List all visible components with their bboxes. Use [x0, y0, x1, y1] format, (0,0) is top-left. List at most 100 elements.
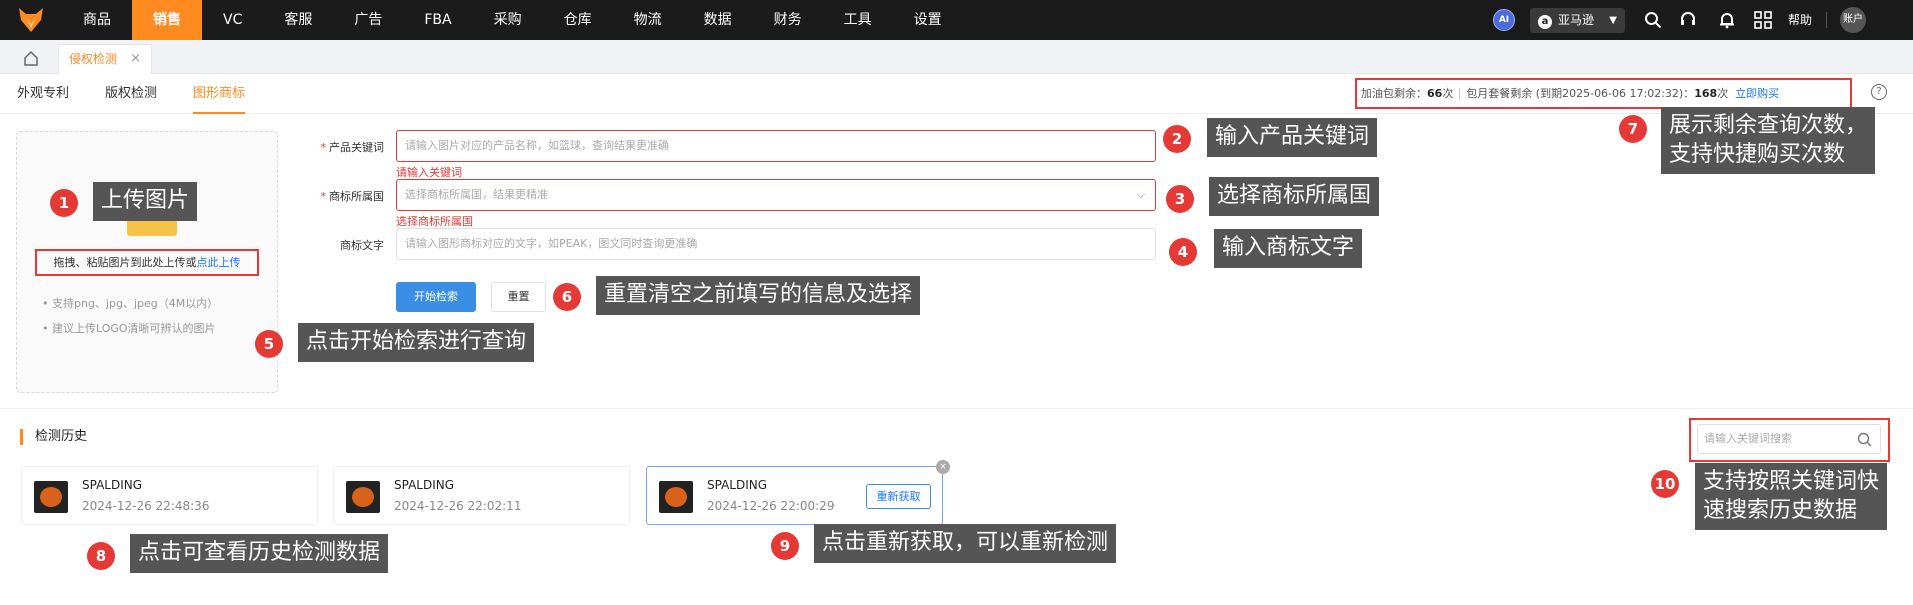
- search-icon[interactable]: [1644, 11, 1662, 29]
- nav-item-data[interactable]: 数据: [683, 0, 753, 40]
- subtab-graphic-trademark[interactable]: 图形商标: [193, 74, 246, 114]
- annotation-number: 2: [1163, 125, 1191, 153]
- trademark-text-label: 商标文字: [340, 239, 384, 252]
- upload-prompt: 拖拽、粘贴图片到此处上传或点此上传: [35, 249, 259, 276]
- annotation-number: 8: [87, 542, 115, 570]
- tab-label: 侵权检测: [69, 52, 118, 66]
- page-tab-strip: 侵权检测 ×: [0, 40, 1913, 74]
- trademark-country-select[interactable]: 选择商标所属国，结果更精准 ⌵: [396, 179, 1156, 211]
- app-root: 商品 销售 VC 客服 广告 FBA 采购 仓库 物流 数据 财务 工具 设置 …: [0, 0, 1913, 605]
- trademark-text-input[interactable]: 请输入图形商标对应的文字，如PEAK，图文同时查询更准确: [396, 228, 1156, 260]
- upload-tip-format: • 支持png、jpg、jpeg（4M以内）: [42, 297, 219, 310]
- annotation-number: 4: [1169, 238, 1197, 266]
- bell-icon[interactable]: [1718, 11, 1736, 29]
- nav-item-settings[interactable]: 设置: [893, 0, 963, 40]
- fuel-unit: 次: [1442, 87, 1454, 100]
- upload-prompt-text: 拖拽、粘贴图片到此处上传或: [53, 256, 197, 269]
- annotation-number: 9: [771, 532, 799, 560]
- buy-now-link[interactable]: 立即购买: [1735, 87, 1779, 100]
- quota-separator: [1459, 88, 1461, 100]
- nav-item-purchasing[interactable]: 采购: [473, 0, 543, 40]
- annotation-quota-line1: 展示剩余查询次数，: [1669, 113, 1868, 138]
- history-card[interactable]: SPALDING 2024-12-26 22:48:36: [21, 466, 318, 525]
- nav-item-tools[interactable]: 工具: [823, 0, 893, 40]
- quota-info: 加油包剩余：66次 包月套餐剩余 (到期2025-06-06 17:02:32)：…: [1355, 78, 1852, 109]
- subtab-copyright[interactable]: 版权检测: [105, 74, 157, 114]
- headset-icon[interactable]: [1679, 11, 1697, 29]
- store-selector[interactable]: a 亚马逊 ▼: [1530, 8, 1625, 33]
- history-name: SPALDING: [82, 478, 143, 492]
- keyword-label: * 产品关键词: [320, 141, 385, 154]
- section-divider: [0, 408, 1913, 409]
- annotation-number: 3: [1166, 185, 1194, 213]
- history-name: SPALDING: [394, 478, 455, 492]
- subtab-design-patent[interactable]: 外观专利: [17, 74, 69, 114]
- history-name: SPALDING: [707, 478, 768, 492]
- nav-item-fba[interactable]: FBA: [403, 0, 472, 40]
- close-icon[interactable]: ×: [936, 460, 950, 474]
- reset-button[interactable]: 重置: [491, 282, 546, 312]
- start-search-button[interactable]: 开始检索: [396, 282, 476, 312]
- nav-item-logistics[interactable]: 物流: [613, 0, 683, 40]
- history-title: 检测历史: [20, 429, 87, 445]
- nav-item-sales[interactable]: 销售: [132, 0, 202, 40]
- country-label: * 商标所属国: [320, 190, 385, 203]
- ai-assistant-button[interactable]: AI: [1493, 9, 1515, 31]
- product-keyword-input[interactable]: 请输入图片对应的产品名称，如篮球，查询结果更准确: [396, 130, 1156, 162]
- nav-item-customer-service[interactable]: 客服: [263, 0, 333, 40]
- account-avatar[interactable]: 账户: [1840, 7, 1866, 33]
- monthly-count: 168: [1694, 87, 1718, 100]
- annotation-number: 6: [553, 283, 581, 311]
- history-search-placeholder: 请输入关键词搜索: [1704, 432, 1792, 445]
- upload-tip-logo: • 建议上传LOGO清晰可辨认的图片: [42, 322, 216, 335]
- click-to-upload-link[interactable]: 点此上传: [197, 256, 241, 269]
- annotation-number: 1: [50, 189, 78, 217]
- annotation-history-search: 支持按照关键词快 速搜索历史数据: [1695, 463, 1888, 531]
- amazon-icon: a: [1538, 15, 1552, 29]
- top-navbar: 商品 销售 VC 客服 广告 FBA 采购 仓库 物流 数据 财务 工具 设置 …: [0, 0, 1913, 40]
- fuel-count: 66: [1427, 87, 1443, 100]
- annotation-history-search-line2: 速搜索历史数据: [1703, 497, 1858, 523]
- annotation-history-search-line1: 支持按照关键词快: [1703, 469, 1880, 494]
- annotation-country: 选择商标所属国: [1209, 177, 1380, 216]
- fuel-label: 加油包剩余：: [1361, 87, 1427, 100]
- annotation-reset: 重置清空之前填写的信息及选择: [596, 276, 921, 315]
- nav-item-ads[interactable]: 广告: [333, 0, 403, 40]
- close-icon[interactable]: ×: [130, 45, 141, 73]
- nav-item-warehouse[interactable]: 仓库: [543, 0, 613, 40]
- nav-item-finance[interactable]: 财务: [753, 0, 823, 40]
- annotation-quota: 展示剩余查询次数， 支持快捷购买次数: [1661, 107, 1876, 175]
- country-error: 选择商标所属国: [396, 215, 473, 228]
- annotation-number: 10: [1651, 470, 1679, 498]
- basketball-thumbnail: [346, 481, 380, 513]
- help-link[interactable]: 帮助: [1788, 0, 1812, 40]
- annotation-upload: 上传图片: [93, 182, 198, 221]
- annotation-number: 5: [255, 330, 283, 358]
- annotation-keyword: 输入产品关键词: [1207, 118, 1378, 157]
- history-date: 2024-12-26 22:48:36: [82, 499, 210, 513]
- tab-infringement-check[interactable]: 侵权检测 ×: [58, 44, 152, 74]
- store-label: 亚马逊: [1558, 13, 1595, 27]
- help-circle-icon[interactable]: ?: [1871, 84, 1887, 100]
- refetch-button[interactable]: 重新获取: [866, 484, 931, 509]
- nav-item-products[interactable]: 商品: [62, 0, 132, 40]
- annotation-number: 7: [1619, 115, 1647, 143]
- keyword-error: 请输入关键词: [396, 166, 462, 179]
- annotation-text: 输入商标文字: [1214, 229, 1363, 268]
- history-search-input[interactable]: 请输入关键词搜索: [1697, 424, 1881, 454]
- caret-down-icon: ▼: [1609, 15, 1617, 26]
- apps-grid-icon[interactable]: [1754, 11, 1772, 29]
- history-date: 2024-12-26 22:02:11: [394, 499, 522, 513]
- monthly-label: 包月套餐剩余 (到期2025-06-06 17:02:32)：: [1466, 87, 1695, 100]
- annotation-start-search: 点击开始检索进行查询: [298, 323, 535, 362]
- history-card[interactable]: SPALDING 2024-12-26 22:02:11: [333, 466, 630, 525]
- annotation-quota-line2: 支持快捷购买次数: [1669, 141, 1846, 167]
- monthly-unit: 次: [1717, 87, 1729, 100]
- home-icon[interactable]: [16, 46, 46, 70]
- annotation-history: 点击可查看历史检测数据: [130, 534, 389, 573]
- fox-logo-icon[interactable]: [18, 6, 44, 34]
- nav-item-vc[interactable]: VC: [202, 0, 263, 40]
- search-icon[interactable]: [1857, 432, 1872, 447]
- basketball-thumbnail: [659, 481, 693, 513]
- nav-divider: [1826, 12, 1827, 28]
